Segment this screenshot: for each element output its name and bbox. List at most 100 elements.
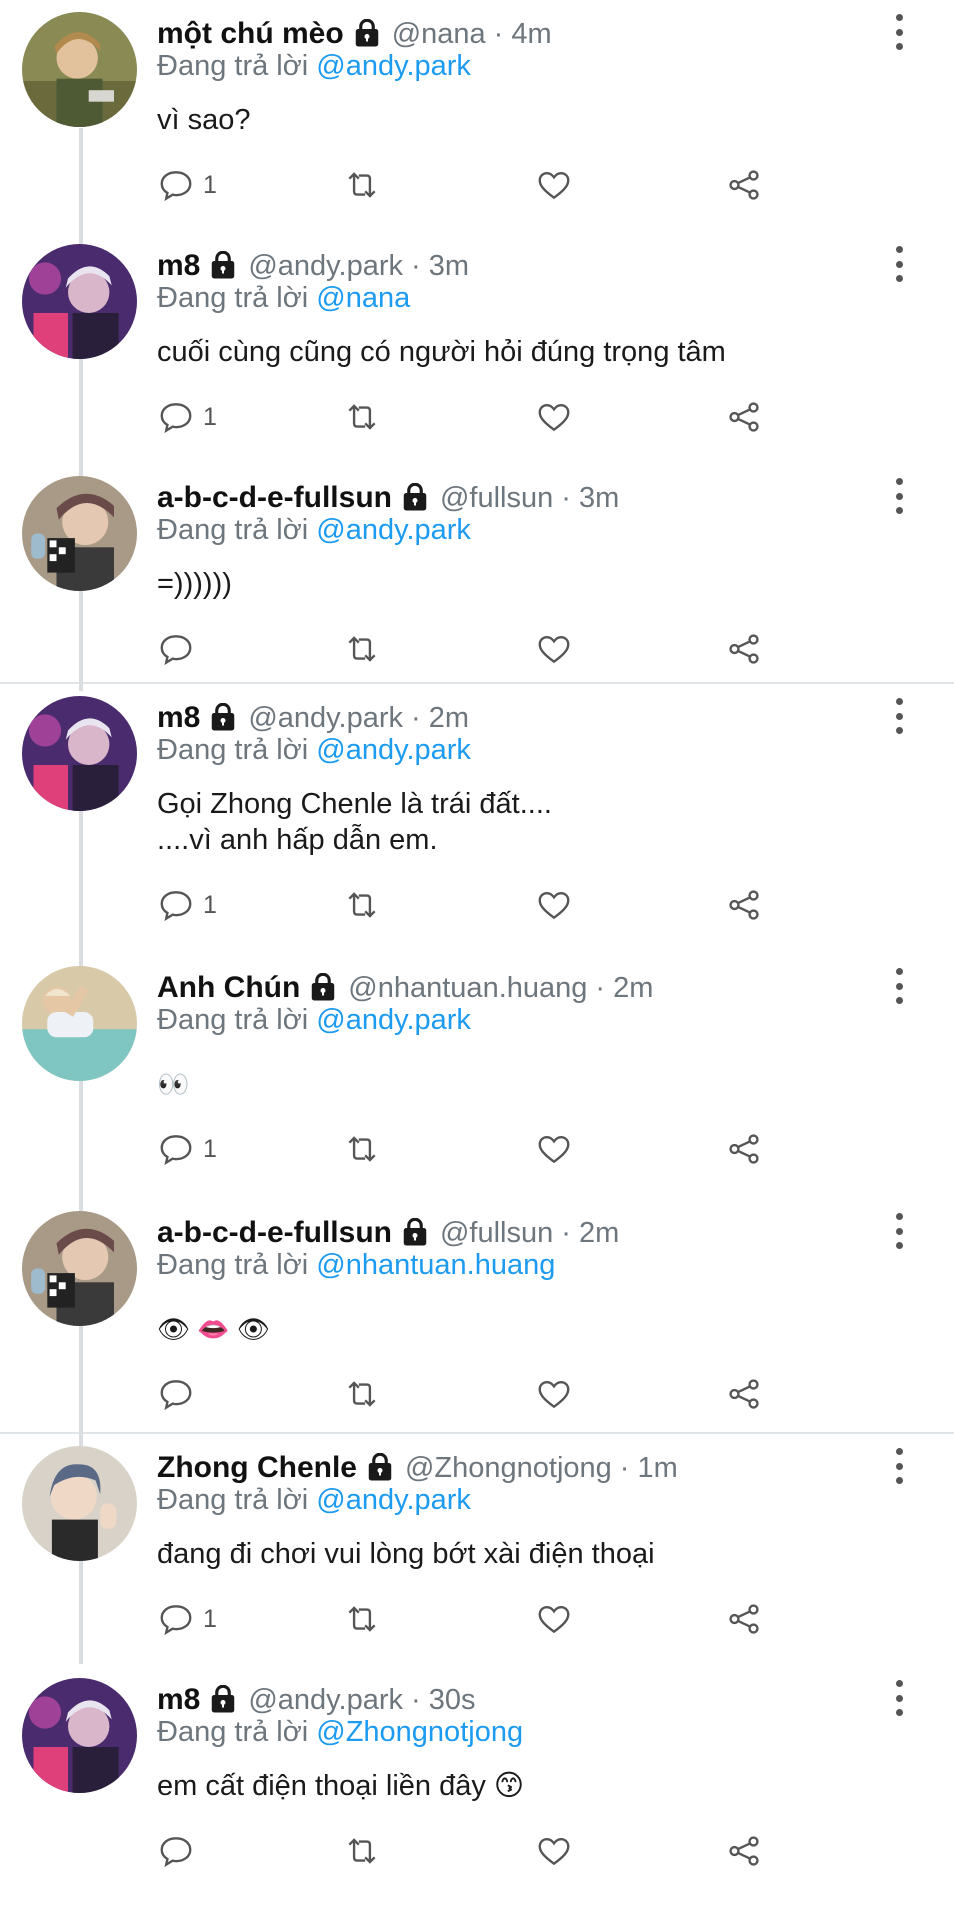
like-button[interactable] bbox=[535, 164, 573, 206]
display-name[interactable]: a-b-c-d-e-fullsun bbox=[157, 481, 392, 515]
more-options-icon[interactable] bbox=[894, 1213, 904, 1249]
more-options-icon[interactable] bbox=[894, 968, 904, 1004]
retweet-button[interactable] bbox=[343, 628, 381, 670]
reply-button[interactable]: 1 bbox=[157, 164, 217, 206]
tweet-2[interactable]: m8 @andy.park · 3m Đang trả lời @nana cu… bbox=[0, 232, 954, 464]
mention-link[interactable]: @nhantuan.huang bbox=[316, 1249, 555, 1281]
reply-button[interactable]: 1 bbox=[157, 884, 217, 926]
more-options-icon[interactable] bbox=[894, 246, 904, 282]
avatar[interactable] bbox=[22, 1446, 137, 1561]
lock-icon bbox=[208, 251, 238, 281]
like-button[interactable] bbox=[535, 1830, 573, 1872]
like-button[interactable] bbox=[535, 396, 573, 438]
tweet-8[interactable]: m8 @andy.park · 30s Đang trả lời @Zhongn… bbox=[0, 1666, 954, 1898]
tweet-6[interactable]: a-b-c-d-e-fullsun @fullsun · 2m Đang trả… bbox=[0, 1199, 954, 1432]
timestamp[interactable]: 2m bbox=[429, 702, 469, 735]
like-button[interactable] bbox=[535, 1373, 573, 1415]
mention-link[interactable]: @andy.park bbox=[316, 514, 471, 546]
tweet-7[interactable]: Zhong Chenle @Zhongnotjong · 1m Đang trả… bbox=[0, 1434, 954, 1666]
reply-button[interactable]: 1 bbox=[157, 396, 217, 438]
reply-button[interactable]: 1 bbox=[157, 1598, 217, 1640]
reply-prefix: Đang trả lời bbox=[157, 1249, 309, 1281]
retweet-button[interactable] bbox=[343, 164, 381, 206]
reply-prefix: Đang trả lời bbox=[157, 1484, 309, 1516]
avatar[interactable] bbox=[22, 966, 137, 1081]
like-button[interactable] bbox=[535, 628, 573, 670]
tweet-text: vì sao? bbox=[157, 102, 914, 138]
share-button[interactable] bbox=[725, 628, 763, 670]
mention-link[interactable]: @nana bbox=[316, 282, 410, 314]
retweet-button[interactable] bbox=[343, 1598, 381, 1640]
share-button[interactable] bbox=[725, 1128, 763, 1170]
tweet-4[interactable]: m8 @andy.park · 2m Đang trả lời @andy.pa… bbox=[0, 684, 954, 954]
handle[interactable]: @nhantuan.huang bbox=[348, 972, 587, 1005]
timestamp[interactable]: 30s bbox=[429, 1684, 476, 1717]
share-icon bbox=[729, 1134, 759, 1164]
handle[interactable]: @fullsun bbox=[440, 482, 553, 515]
mention-link[interactable]: @andy.park bbox=[316, 734, 471, 766]
reply-button[interactable] bbox=[157, 1830, 203, 1872]
avatar[interactable] bbox=[22, 1678, 137, 1793]
handle[interactable]: @andy.park bbox=[248, 702, 403, 735]
share-button[interactable] bbox=[725, 1373, 763, 1415]
tweet-1[interactable]: một chú mèo @nana · 4m Đang trả lời @and… bbox=[0, 0, 954, 232]
share-button[interactable] bbox=[725, 1830, 763, 1872]
avatar[interactable] bbox=[22, 12, 137, 127]
like-button[interactable] bbox=[535, 1598, 573, 1640]
retweet-icon bbox=[348, 892, 376, 918]
share-button[interactable] bbox=[725, 396, 763, 438]
reply-prefix: Đang trả lời bbox=[157, 50, 309, 82]
handle[interactable]: @nana bbox=[392, 18, 486, 51]
display-name[interactable]: một chú mèo bbox=[157, 17, 344, 51]
timestamp[interactable]: 1m bbox=[637, 1452, 677, 1485]
avatar[interactable] bbox=[22, 244, 137, 359]
more-options-icon[interactable] bbox=[894, 1448, 904, 1484]
more-options-icon[interactable] bbox=[894, 478, 904, 514]
lock-icon bbox=[365, 1453, 395, 1483]
retweet-button[interactable] bbox=[343, 1373, 381, 1415]
more-options-icon[interactable] bbox=[894, 14, 904, 50]
mention-link[interactable]: @Zhongnotjong bbox=[316, 1716, 523, 1748]
timestamp[interactable]: 3m bbox=[429, 250, 469, 283]
timestamp[interactable]: 2m bbox=[613, 972, 653, 1005]
retweet-button[interactable] bbox=[343, 1128, 381, 1170]
tweet-text: đang đi chơi vui lòng bớt xài điện thoại bbox=[157, 1536, 914, 1572]
display-name[interactable]: Zhong Chenle bbox=[157, 1451, 357, 1485]
handle[interactable]: @andy.park bbox=[248, 1684, 403, 1717]
retweet-icon bbox=[348, 1838, 376, 1864]
more-options-icon[interactable] bbox=[894, 698, 904, 734]
display-name[interactable]: m8 bbox=[157, 1683, 200, 1717]
reply-button[interactable] bbox=[157, 628, 203, 670]
retweet-button[interactable] bbox=[343, 884, 381, 926]
tweet-5[interactable]: Anh Chún @nhantuan.huang · 2m Đang trả l… bbox=[0, 954, 954, 1199]
display-name[interactable]: Anh Chún bbox=[157, 971, 300, 1005]
like-button[interactable] bbox=[535, 884, 573, 926]
display-name[interactable]: m8 bbox=[157, 249, 200, 283]
handle[interactable]: @andy.park bbox=[248, 250, 403, 283]
like-button[interactable] bbox=[535, 1128, 573, 1170]
avatar[interactable] bbox=[22, 476, 137, 591]
share-button[interactable] bbox=[725, 164, 763, 206]
reply-button[interactable]: 1 bbox=[157, 1128, 217, 1170]
mention-link[interactable]: @andy.park bbox=[316, 1484, 471, 1516]
more-options-icon[interactable] bbox=[894, 1680, 904, 1716]
reply-icon bbox=[160, 635, 192, 666]
display-name[interactable]: m8 bbox=[157, 701, 200, 735]
handle[interactable]: @Zhongnotjong bbox=[405, 1452, 612, 1485]
retweet-button[interactable] bbox=[343, 396, 381, 438]
timestamp[interactable]: 2m bbox=[579, 1217, 619, 1250]
mention-link[interactable]: @andy.park bbox=[316, 1004, 471, 1036]
share-button[interactable] bbox=[725, 1598, 763, 1640]
avatar[interactable] bbox=[22, 1211, 137, 1326]
retweet-button[interactable] bbox=[343, 1830, 381, 1872]
mention-link[interactable]: @andy.park bbox=[316, 50, 471, 82]
tweet-3[interactable]: a-b-c-d-e-fullsun @fullsun · 3m Đang trả… bbox=[0, 464, 954, 682]
share-button[interactable] bbox=[725, 884, 763, 926]
reply-count: 1 bbox=[203, 170, 217, 199]
timestamp[interactable]: 4m bbox=[511, 18, 551, 51]
reply-button[interactable] bbox=[157, 1373, 203, 1415]
avatar[interactable] bbox=[22, 696, 137, 811]
timestamp[interactable]: 3m bbox=[579, 482, 619, 515]
handle[interactable]: @fullsun bbox=[440, 1217, 553, 1250]
display-name[interactable]: a-b-c-d-e-fullsun bbox=[157, 1216, 392, 1250]
